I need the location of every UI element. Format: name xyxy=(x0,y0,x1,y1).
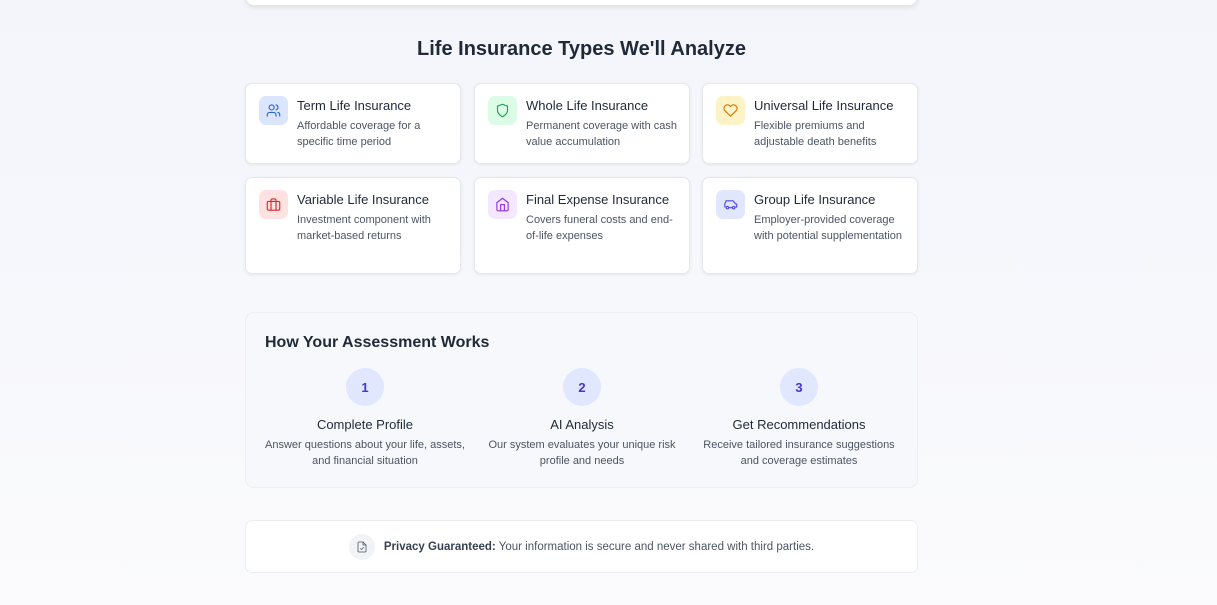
how-it-works-title: How Your Assessment Works xyxy=(265,334,490,351)
step-complete-profile: 1 Complete Profile Answer questions abou… xyxy=(265,368,465,469)
step-title: Get Recommendations xyxy=(732,417,866,432)
card-description: Employer-provided coverage with potentia… xyxy=(754,214,902,242)
privacy-text: Privacy Guaranteed: Your information is … xyxy=(384,541,814,553)
types-section-title: Life Insurance Types We'll Analyze xyxy=(417,38,746,60)
step-title: Complete Profile xyxy=(316,417,414,432)
card-whole-life: Whole Life Insurance Permanent coverage … xyxy=(474,83,690,164)
card-title: Variable Life Insurance xyxy=(297,192,430,207)
card-description: Investment component with market-based r… xyxy=(297,214,431,242)
shield-icon xyxy=(488,96,517,125)
card-title: Whole Life Insurance xyxy=(526,98,649,113)
card-title: Final Expense Insurance xyxy=(526,192,670,207)
step-description: Receive tailored insurance suggestions a… xyxy=(703,439,895,467)
privacy-message: Your information is secure and never sha… xyxy=(495,540,815,553)
card-final-expense: Final Expense Insurance Covers funeral c… xyxy=(474,177,690,274)
step-number-badge: 2 xyxy=(563,368,601,406)
step-get-recommendations: 3 Get Recommendations Receive tailored i… xyxy=(699,368,899,469)
card-description: Flexible premiums and adjustable death b… xyxy=(754,120,877,148)
privacy-notice: Privacy Guaranteed: Your information is … xyxy=(245,520,918,573)
step-ai-analysis: 2 AI Analysis Our system evaluates your … xyxy=(482,368,682,469)
privacy-label: Privacy Guaranteed: xyxy=(383,540,496,553)
card-title: Term Life Insurance xyxy=(297,98,412,113)
step-title: AI Analysis xyxy=(550,417,614,432)
users-icon xyxy=(259,96,288,125)
card-title: Group Life Insurance xyxy=(754,192,876,207)
step-description: Our system evaluates your unique risk pr… xyxy=(488,439,676,467)
briefcase-icon xyxy=(259,190,288,219)
step-description: Answer questions about your life, assets… xyxy=(265,439,465,467)
step-number-badge: 3 xyxy=(780,368,818,406)
previous-card-edge xyxy=(245,0,918,6)
card-description: Covers funeral costs and end-of-life exp… xyxy=(526,214,673,242)
card-term-life: Term Life Insurance Affordable coverage … xyxy=(245,83,461,164)
card-variable-life: Variable Life Insurance Investment compo… xyxy=(245,177,461,274)
step-number-badge: 1 xyxy=(346,368,384,406)
file-check-icon xyxy=(348,533,375,560)
card-universal-life: Universal Life Insurance Flexible premiu… xyxy=(702,83,918,164)
card-group-life: Group Life Insurance Employer-provided c… xyxy=(702,177,918,274)
how-it-works-panel: How Your Assessment Works 1 Complete Pro… xyxy=(245,312,918,488)
card-title: Universal Life Insurance xyxy=(754,98,894,113)
card-description: Affordable coverage for a specific time … xyxy=(297,120,421,148)
home-icon xyxy=(488,190,517,219)
heart-icon xyxy=(716,96,745,125)
card-description: Permanent coverage with cash value accum… xyxy=(526,120,678,148)
car-icon xyxy=(716,190,745,219)
